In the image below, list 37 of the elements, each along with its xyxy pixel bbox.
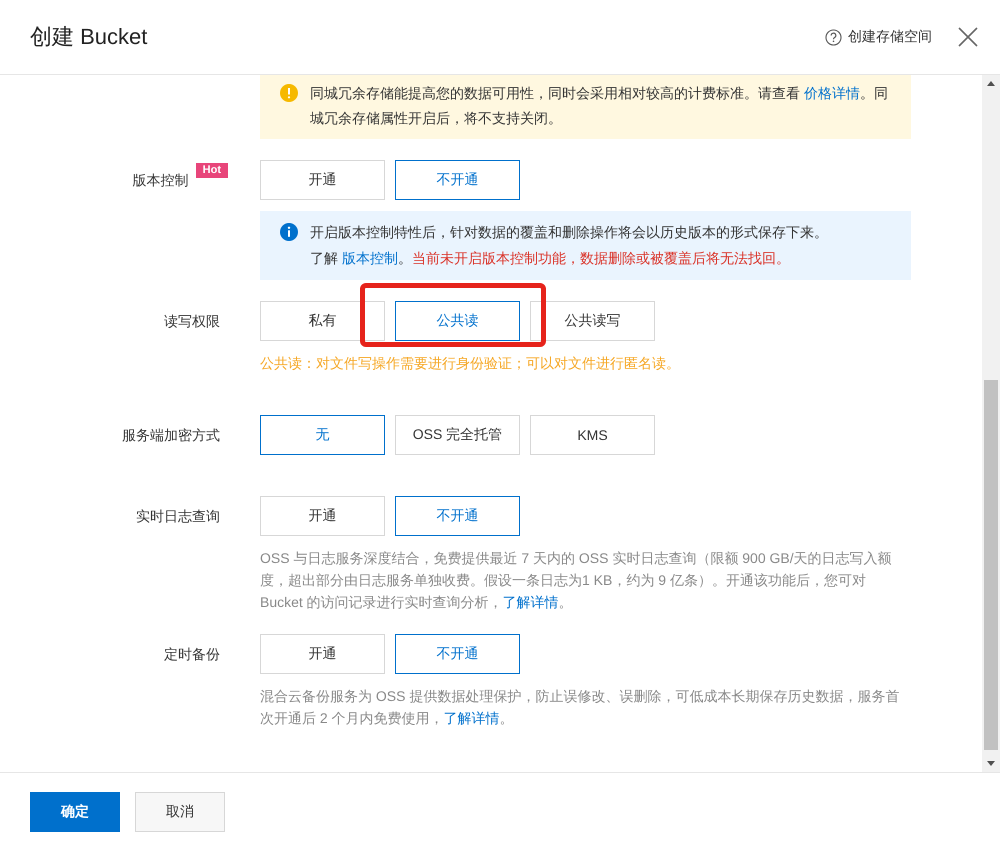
help-icon bbox=[825, 28, 842, 46]
field-label: 版本控制 bbox=[132, 171, 189, 190]
link[interactable]: 版本控制 bbox=[342, 250, 398, 266]
option-button[interactable]: 开通 bbox=[260, 496, 385, 536]
option-button[interactable]: 开通 bbox=[260, 634, 385, 674]
cancel-button[interactable]: 取消 bbox=[135, 792, 225, 832]
field-label: 服务端加密方式 bbox=[122, 426, 220, 445]
notice-text: 了解 版本控制。当前未开启版本控制功能，数据删除或被覆盖后将无法找回。 bbox=[310, 249, 791, 268]
confirm-button[interactable]: 确定 bbox=[30, 792, 120, 832]
close-icon[interactable] bbox=[958, 27, 978, 47]
option-button[interactable]: KMS bbox=[530, 415, 655, 455]
option-button[interactable]: 不开通 bbox=[395, 496, 520, 536]
option-button[interactable]: 不开通 bbox=[395, 634, 520, 674]
info-icon bbox=[280, 223, 298, 241]
warning-icon bbox=[280, 84, 298, 102]
description-text: 混合云备份服务为 OSS 提供数据处理保护，防止误修改、误删除，可低成本长期保存历史数据，服务首次开通后 2 个月内免费使用，了解详情。 bbox=[260, 687, 900, 728]
help-link[interactable]: 创建存储空间 bbox=[825, 28, 932, 46]
option-button[interactable]: 开通 bbox=[260, 160, 385, 200]
notice-text: 同城冗余存储能提高您的数据可用性，同时会采用相对较高的计费标准。请查看 价格详情。同城冗余存储属性开启后，将不支持关闭。 bbox=[310, 84, 889, 128]
field-label: 读写权限 bbox=[164, 312, 220, 331]
notice-text: 开启版本控制特性后，针对数据的覆盖和删除操作将会以历史版本的形式保存下来。 bbox=[310, 223, 828, 242]
option-button[interactable]: 私有 bbox=[260, 301, 385, 341]
field-label: 定时备份 bbox=[164, 645, 220, 664]
option-button[interactable]: 无 bbox=[260, 415, 385, 455]
option-button[interactable]: 公共读 bbox=[395, 301, 520, 341]
dialog-title: 创建 Bucket bbox=[30, 23, 148, 51]
hint-text: 公共读：对文件写操作需要进行身份验证；可以对文件进行匿名读。 bbox=[260, 354, 681, 373]
link[interactable]: 了解详情 bbox=[502, 594, 559, 610]
option-button[interactable]: OSS 完全托管 bbox=[395, 415, 520, 455]
option-button[interactable]: 公共读写 bbox=[530, 301, 655, 341]
description-text: OSS 与日志服务深度结合，免费提供最近 7 天内的 OSS 实时日志查询（限额 900 GB/天的日志写入额度，超出部分由日志服务单独收费。假设一条日志为1 KB，约为 9 亿条）。开通该功能后，您可对 Bucket 的访问记录进行实时查询分析，了解详情。 bbox=[260, 549, 893, 612]
field-label: 实时日志查询 bbox=[136, 507, 220, 526]
scrollbar[interactable] bbox=[982, 75, 1000, 772]
link[interactable]: 了解详情 bbox=[444, 710, 500, 726]
hot-badge: Hot bbox=[196, 163, 228, 178]
option-button[interactable]: 不开通 bbox=[395, 160, 520, 200]
link[interactable]: 价格详情 bbox=[804, 85, 860, 101]
